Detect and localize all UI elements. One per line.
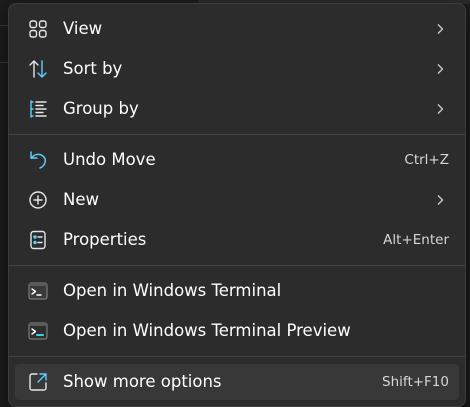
plus-circle-icon [27, 189, 49, 211]
menu-item-show-more-options[interactable]: Show more options Shift+F10 [15, 364, 459, 400]
group-list-icon [27, 98, 49, 120]
menu-item-open-terminal[interactable]: Open in Windows Terminal [15, 273, 459, 309]
context-menu: View Sort by Group by Undo Move Ctrl+Z N… [8, 3, 466, 407]
menu-item-label: New [63, 190, 99, 209]
sort-arrows-icon [27, 58, 49, 80]
chevron-right-icon [433, 193, 447, 207]
menu-item-view[interactable]: View [15, 11, 459, 47]
grid-view-icon [27, 18, 49, 40]
menu-item-undo-move[interactable]: Undo Move Ctrl+Z [15, 142, 459, 178]
menu-item-label: Undo Move [63, 150, 156, 169]
terminal-preview-icon [27, 320, 49, 342]
menu-item-label: View [63, 19, 103, 38]
keyboard-shortcut: Shift+F10 [382, 374, 449, 390]
menu-item-label: Properties [63, 230, 147, 249]
menu-item-group-by[interactable]: Group by [15, 91, 459, 127]
menu-separator [9, 265, 465, 266]
menu-separator [9, 356, 465, 357]
menu-item-label: Open in Windows Terminal Preview [63, 321, 351, 340]
menu-item-sort-by[interactable]: Sort by [15, 51, 459, 87]
terminal-icon [27, 280, 49, 302]
menu-item-label: Show more options [63, 372, 222, 391]
menu-item-open-terminal-preview[interactable]: Open in Windows Terminal Preview [15, 313, 459, 349]
keyboard-shortcut: Alt+Enter [383, 232, 449, 248]
chevron-right-icon [433, 102, 447, 116]
keyboard-shortcut: Ctrl+Z [404, 152, 449, 168]
menu-item-label: Open in Windows Terminal [63, 281, 282, 300]
chevron-right-icon [433, 22, 447, 36]
menu-separator [9, 134, 465, 135]
menu-item-new[interactable]: New [15, 182, 459, 218]
undo-icon [27, 149, 49, 171]
menu-item-label: Sort by [63, 59, 123, 78]
menu-item-properties[interactable]: Properties Alt+Enter [15, 222, 459, 258]
chevron-right-icon [433, 62, 447, 76]
menu-item-label: Group by [63, 99, 139, 118]
properties-icon [27, 229, 49, 251]
show-more-options-icon [27, 371, 49, 393]
